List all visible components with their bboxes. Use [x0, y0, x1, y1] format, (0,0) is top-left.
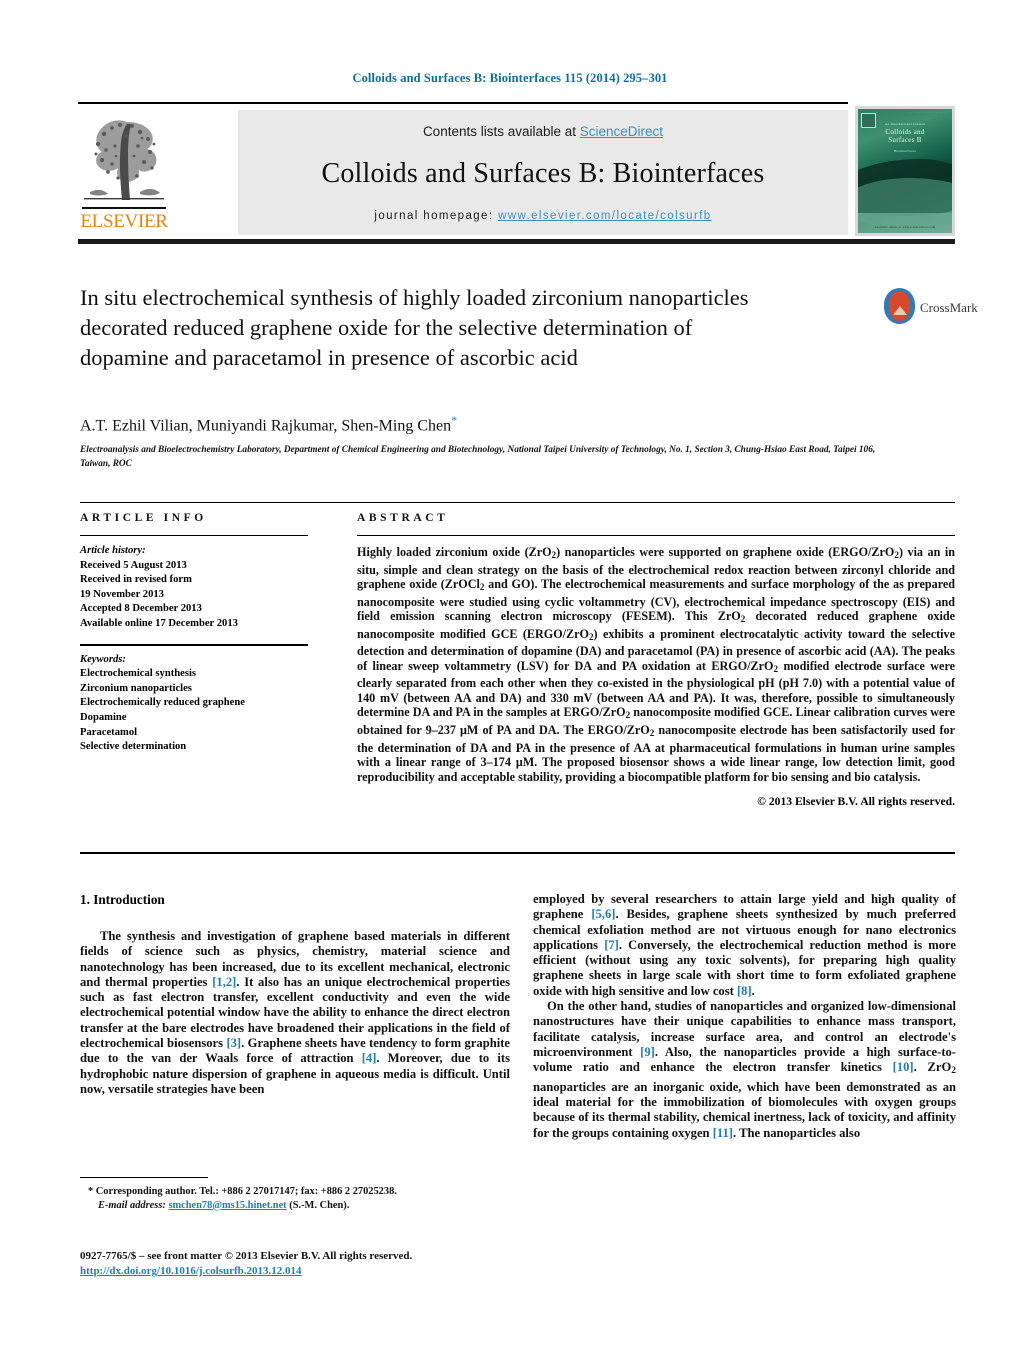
article-info-column: ARTICLE INFO Article history: Received 5… [80, 512, 312, 755]
intro-paragraph: employed by several researchers to attai… [533, 892, 957, 998]
email-label: E-mail address: [98, 1199, 166, 1211]
cover-title-text: An International Journal Colloids and Su… [858, 120, 952, 155]
journal-banner: Contents lists available at ScienceDirec… [238, 110, 848, 235]
cover-bottom-band [858, 213, 952, 233]
abstract-column: ABSTRACT Highly loaded zirconium oxide (… [357, 512, 955, 808]
homepage-prefix: journal homepage: [374, 210, 499, 222]
keywords-label: Keywords: [80, 653, 126, 665]
elsevier-logo: ELSEVIER [78, 108, 170, 234]
section-heading-introduction: 1. Introduction [80, 892, 165, 907]
journal-homepage-line: journal homepage: www.elsevier.com/locat… [238, 210, 848, 222]
doi-link[interactable]: http://dx.doi.org/10.1016/j.colsurfb.201… [80, 1265, 302, 1277]
corresponding-author-marker: * [451, 413, 458, 427]
issn-block: 0927-7765/$ – see front matter © 2013 El… [80, 1249, 540, 1279]
crossmark-label: CrossMark [920, 300, 978, 315]
contents-prefix: Contents lists available at [422, 124, 580, 139]
email-link[interactable]: smchen78@ms15.hinet.net [168, 1200, 286, 1211]
contents-lists-line: Contents lists available at ScienceDirec… [238, 124, 848, 139]
keyword-item: Selective determination [80, 741, 187, 753]
journal-homepage-link[interactable]: www.elsevier.com/locate/colsurfb [498, 210, 712, 222]
paper-page: Colloids and Surfaces B: Biointerfaces 1… [0, 0, 1020, 1351]
intro-paragraph: On the other hand, studies of nanopartic… [533, 999, 957, 1140]
sciencedirect-link[interactable]: ScienceDirect [580, 124, 663, 139]
elsevier-logo-rule [82, 207, 166, 209]
masthead-bottom-rule [78, 239, 955, 244]
article-info-rule [80, 535, 308, 536]
keyword-item: Paracetamol [80, 726, 138, 738]
journal-title: Colloids and Surfaces B: Biointerfaces [321, 158, 765, 189]
article-history-line: Accepted 8 December 2013 [80, 603, 202, 615]
journal-masthead: ELSEVIER Contents lists available at Sci… [78, 104, 955, 236]
keyword-item: Electrochemical synthesis [80, 668, 197, 680]
keyword-item: Dopamine [80, 711, 127, 723]
journal-cover-artwork: · · · · · · · · · · · · · · · An Interna… [858, 109, 952, 233]
keyword-item: Electrochemically reduced graphene [80, 697, 245, 709]
page-title: In situ electrochemical synthesis of hig… [80, 285, 749, 370]
email-note: E-mail address: smchen78@ms15.hinet.net … [80, 1199, 510, 1213]
cover-subtitle: Biointerfaces [894, 149, 916, 153]
article-history-line: Available online 17 December 2013 [80, 617, 238, 629]
abstract-rule [357, 535, 955, 536]
article-history-line: Received 5 August 2013 [80, 559, 187, 571]
corresponding-author-note: * Corresponding author. Tel.: +886 2 270… [88, 1186, 397, 1197]
author-names: A.T. Ezhil Vilian, Muniyandi Rajkumar, S… [80, 417, 452, 435]
author-list: A.T. Ezhil Vilian, Muniyandi Rajkumar, S… [80, 413, 780, 435]
crossmark-icon [884, 288, 915, 324]
issn-line: 0927-7765/$ – see front matter © 2013 El… [80, 1250, 413, 1262]
info-section-bottom-rule [80, 852, 955, 854]
cover-footer-text: Available online at www.sciencedirect.co… [874, 226, 936, 229]
elsevier-wordmark: ELSEVIER [80, 211, 168, 232]
article-history-label: Article history: [80, 545, 146, 556]
abstract-heading: ABSTRACT [357, 512, 449, 524]
footnote-block: * Corresponding author. Tel.: +886 2 270… [80, 1177, 510, 1212]
keyword-item: Zirconium nanoparticles [80, 682, 192, 694]
body-column-right: employed by several researchers to attai… [533, 892, 956, 1141]
info-section-top-rule [80, 502, 955, 503]
cover-line-2: Surfaces B [888, 136, 922, 144]
affiliation: Electroanalysis and Bioelectrochemistry … [80, 445, 876, 469]
journal-cover-thumbnail[interactable]: · · · · · · · · · · · · · · · An Interna… [855, 106, 955, 236]
crossmark-badge[interactable]: CrossMark [884, 288, 978, 334]
running-head: Colloids and Surfaces B: Biointerfaces 1… [352, 71, 668, 85]
article-history-line: 19 November 2013 [80, 588, 164, 600]
article-history-line: Received in revised form [80, 574, 192, 586]
email-suffix: (S.-M. Chen). [289, 1199, 350, 1211]
article-info-heading: ARTICLE INFO [80, 512, 207, 524]
body-column-left: 1. Introduction The synthesis and invest… [80, 892, 510, 1097]
cover-kicker: An International Journal [884, 122, 926, 126]
keywords-rule [80, 643, 308, 646]
elsevier-tree-icon [82, 108, 166, 206]
intro-paragraph: The synthesis and investigation of graph… [80, 929, 511, 1096]
abstract-copyright: © 2013 Elsevier B.V. All rights reserved… [757, 795, 955, 809]
cover-line-1: Colloids and [885, 128, 925, 136]
abstract-text: Highly loaded zirconium oxide (ZrO2) nan… [357, 545, 956, 784]
footnote-rule [80, 1177, 208, 1178]
